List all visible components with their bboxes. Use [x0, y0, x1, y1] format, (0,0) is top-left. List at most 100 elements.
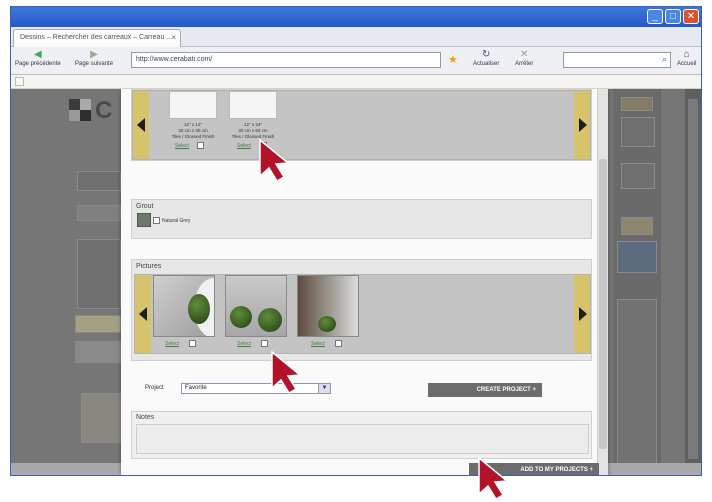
background-panel — [75, 341, 121, 363]
picture-thumbnail[interactable] — [225, 275, 287, 337]
background-panel — [77, 239, 121, 309]
formats-carousel: 12" x 12" 30 cm x 30 cm Tiles / Glossed … — [132, 90, 591, 160]
formats-next-button[interactable] — [574, 91, 590, 159]
chevron-left-icon — [139, 307, 147, 321]
home-button[interactable]: ⌂ Accueil — [677, 49, 696, 67]
grout-section: Grout Natural Grey — [131, 199, 592, 239]
format-label: 12" x 12" 30 cm x 30 cm Tiles / Glossed … — [171, 122, 215, 139]
pointer-arrow-icon — [478, 456, 509, 500]
page-viewport: C 12" x 12" 30 cm x 30 cm Tiles / Glosse… — [11, 89, 701, 475]
minimize-button[interactable]: _ — [647, 9, 663, 24]
address-bar[interactable]: http://www.cerabati.com/ — [131, 52, 441, 68]
picture-checkbox[interactable] — [189, 340, 196, 347]
site-logo-letter: C — [95, 97, 113, 124]
background-panel — [617, 299, 657, 469]
picture-thumbnail[interactable] — [153, 275, 215, 337]
background-panel — [77, 171, 121, 191]
grout-option-label: Natural Grey — [162, 218, 191, 224]
browser-window: _ □ ✕ Dessins – Rechercher des carreaux … — [10, 6, 702, 476]
picture-checkbox[interactable] — [261, 340, 268, 347]
home-label: Accueil — [677, 61, 697, 67]
picture-select-link[interactable]: Select — [237, 341, 251, 347]
maximize-button[interactable]: □ — [665, 9, 681, 24]
forward-label: Page suivante — [75, 61, 114, 67]
bookmarks-bar — [11, 75, 701, 89]
grout-title: Grout — [136, 203, 154, 210]
back-label: Page précédente — [15, 61, 61, 67]
format-select-link[interactable]: Select — [237, 143, 251, 149]
grout-color-swatch[interactable] — [137, 213, 151, 227]
pictures-next-button[interactable] — [574, 275, 590, 353]
background-panel — [75, 315, 121, 333]
forward-arrow-icon: ▶ — [90, 49, 98, 60]
create-project-button[interactable]: CREATE PROJECT + — [428, 383, 542, 397]
pictures-section: Pictures Select Select Select — [131, 259, 592, 361]
search-input[interactable]: ⌕ — [563, 52, 671, 68]
plant-shape — [258, 308, 282, 332]
background-panel — [621, 163, 655, 189]
background-panel — [621, 117, 655, 147]
notes-section: Notes — [131, 411, 592, 459]
pictures-title: Pictures — [136, 263, 162, 270]
format-thumbnail[interactable] — [169, 91, 217, 119]
reload-label: Actualiser — [473, 61, 500, 67]
pictures-carousel: Select Select Select — [134, 274, 591, 354]
background-panel — [621, 97, 653, 111]
stop-button[interactable]: ✕ Arrêter — [515, 49, 533, 67]
notes-textarea[interactable] — [136, 424, 589, 454]
chevron-down-icon[interactable]: ▼ — [318, 384, 330, 393]
format-checkbox[interactable] — [197, 142, 204, 149]
picture-select-link[interactable]: Select — [165, 341, 179, 347]
forward-button[interactable]: ▶ Page suivante — [75, 49, 113, 67]
plant-shape — [318, 316, 336, 332]
browser-tab[interactable]: Dessins – Rechercher des carreaux – Carr… — [13, 29, 181, 47]
page-scrollbar[interactable] — [685, 89, 701, 475]
stop-label: Arrêter — [515, 61, 534, 67]
site-logo-icon — [69, 99, 91, 121]
format-select-link[interactable]: Select — [175, 143, 189, 149]
notes-title: Notes — [136, 414, 155, 421]
tab-strip: Dessins – Rechercher des carreaux – Carr… — [11, 27, 701, 47]
project-selected-value: Favorite — [185, 385, 207, 391]
tab-title: Dessins – Rechercher des carreaux – Carr… — [20, 34, 173, 41]
plant-shape — [230, 306, 252, 328]
formats-section: 12" x 12" 30 cm x 30 cm Tiles / Glossed … — [131, 89, 592, 161]
add-to-project-dialog: 12" x 12" 30 cm x 30 cm Tiles / Glossed … — [121, 89, 608, 475]
page-scrollbar-thumb[interactable] — [688, 99, 698, 459]
navigation-toolbar: ◀ Page précédente ▶ Page suivante http:/… — [11, 47, 701, 75]
chevron-right-icon — [579, 118, 587, 132]
tab-close-icon[interactable]: × — [171, 33, 176, 42]
formats-prev-button[interactable] — [133, 91, 149, 159]
pointer-arrow-icon — [271, 350, 302, 394]
home-icon: ⌂ — [683, 49, 690, 60]
background-right-column — [613, 89, 661, 475]
format-thumbnail[interactable] — [229, 91, 277, 119]
search-icon[interactable]: ⌕ — [662, 54, 667, 65]
background-panel — [617, 241, 657, 273]
picture-select-link[interactable]: Select — [311, 341, 325, 347]
plant-shape — [188, 294, 210, 324]
back-button[interactable]: ◀ Page précédente — [15, 49, 61, 67]
back-arrow-icon: ◀ — [34, 49, 42, 60]
reload-button[interactable]: ↻ Actualiser — [473, 49, 499, 67]
picture-checkbox[interactable] — [335, 340, 342, 347]
project-label: Project — [145, 385, 164, 391]
grout-checkbox[interactable] — [153, 217, 160, 224]
window-titlebar: _ □ ✕ — [11, 7, 701, 27]
close-window-button[interactable]: ✕ — [683, 9, 699, 24]
background-panel — [81, 393, 121, 443]
pictures-prev-button[interactable] — [135, 275, 151, 353]
stop-icon: ✕ — [519, 49, 529, 60]
url-text: http://www.cerabati.com/ — [136, 56, 213, 63]
page-icon — [15, 77, 24, 86]
pointer-arrow-icon — [259, 138, 290, 182]
chevron-left-icon — [137, 118, 145, 132]
background-panel — [621, 217, 653, 235]
background-panel — [77, 205, 121, 221]
bookmark-star-icon[interactable]: ★ — [448, 53, 458, 66]
dialog-scrollbar-thumb[interactable] — [599, 159, 607, 449]
dialog-scrollbar[interactable] — [597, 89, 608, 475]
chevron-right-icon — [579, 307, 587, 321]
picture-thumbnail[interactable] — [297, 275, 359, 337]
reload-icon: ↻ — [481, 49, 491, 60]
